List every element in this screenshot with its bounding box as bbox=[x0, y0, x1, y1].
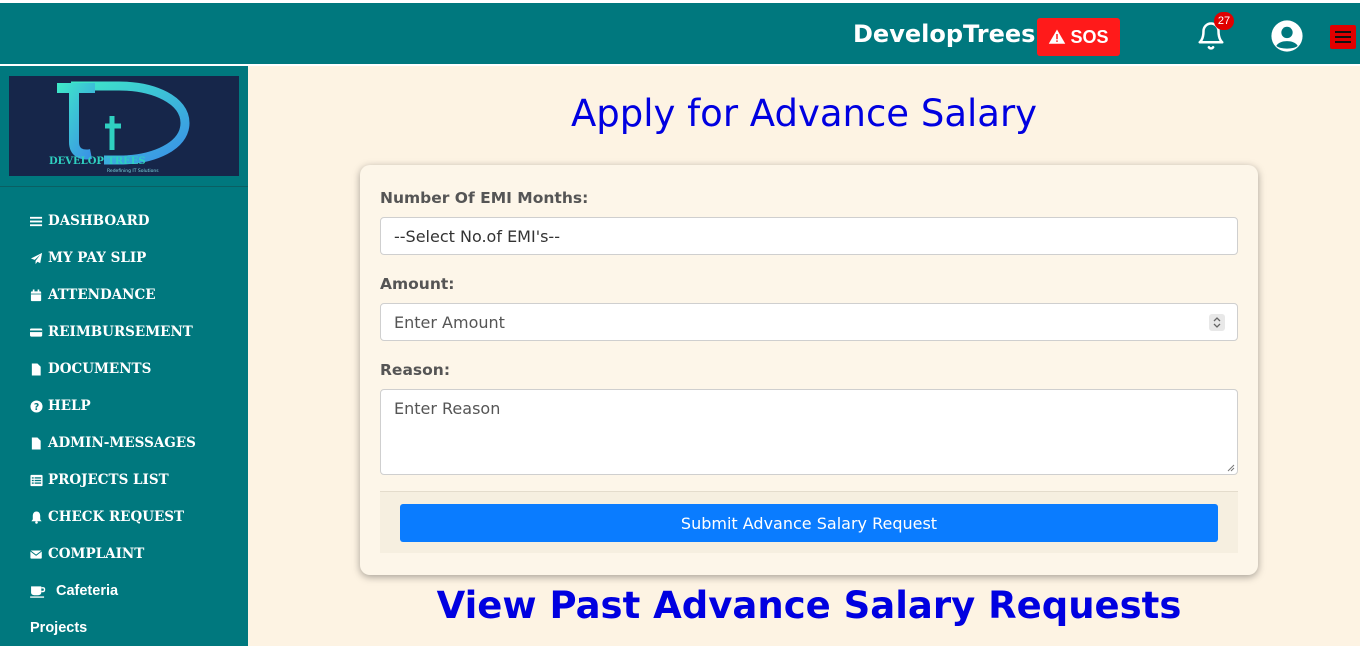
sidebar-item-projects-list[interactable]: PROJECTS LIST bbox=[30, 472, 196, 509]
brand-name: DevelopTrees bbox=[853, 20, 1036, 48]
sidebar-item-label: DASHBOARD bbox=[48, 213, 150, 229]
sidebar-item-label: CHECK REQUEST bbox=[48, 509, 185, 525]
sidebar-nav: DASHBOARD MY PAY SLIP ATTENDANCE REIMBUR… bbox=[30, 213, 196, 646]
hamburger-line bbox=[1335, 31, 1351, 33]
sidebar-item-cafeteria[interactable]: Cafeteria bbox=[30, 583, 196, 620]
credit-card-icon bbox=[30, 325, 46, 339]
sidebar: DEVELOP TREES Redefining IT Solutions DA… bbox=[0, 66, 248, 646]
sidebar-item-complaint[interactable]: COMPLAINT bbox=[30, 546, 196, 583]
sidebar-item-label: ATTENDANCE bbox=[48, 287, 156, 303]
list-icon bbox=[30, 473, 46, 487]
amount-placeholder: Enter Amount bbox=[394, 312, 505, 332]
top-header: DevelopTrees SOS 27 bbox=[0, 0, 1360, 66]
sidebar-item-my-pay-slip[interactable]: MY PAY SLIP bbox=[30, 250, 196, 287]
emi-months-select[interactable]: --Select No.of EMI's-- bbox=[380, 217, 1238, 255]
amount-input[interactable]: Enter Amount bbox=[380, 303, 1238, 341]
sidebar-item-projects[interactable]: Projects bbox=[30, 620, 196, 646]
sidebar-item-label: Cafeteria bbox=[56, 583, 119, 599]
file-icon bbox=[30, 362, 46, 376]
reason-textarea[interactable]: Enter Reason bbox=[380, 389, 1238, 475]
sidebar-item-label: COMPLAINT bbox=[48, 546, 145, 562]
sidebar-item-check-request[interactable]: CHECK REQUEST bbox=[30, 509, 196, 546]
emi-label: Number Of EMI Months: bbox=[380, 189, 589, 207]
question-circle-icon: ? bbox=[30, 399, 46, 413]
warning-icon bbox=[1049, 29, 1066, 44]
form-footer: Submit Advance Salary Request bbox=[380, 491, 1238, 553]
calendar-icon bbox=[30, 288, 46, 302]
sidebar-item-label: DOCUMENTS bbox=[48, 361, 152, 377]
paper-plane-icon bbox=[30, 251, 46, 265]
sidebar-item-attendance[interactable]: ATTENDANCE bbox=[30, 287, 196, 324]
sos-label: SOS bbox=[1070, 26, 1109, 47]
sidebar-item-help[interactable]: ? HELP bbox=[30, 398, 196, 435]
spinner-arrows-icon bbox=[1213, 317, 1221, 328]
sidebar-item-label: MY PAY SLIP bbox=[48, 250, 147, 266]
sidebar-divider bbox=[0, 186, 248, 187]
user-circle-icon[interactable] bbox=[1270, 19, 1304, 53]
svg-text:?: ? bbox=[34, 401, 39, 412]
sidebar-item-label: Projects bbox=[30, 620, 88, 636]
reason-placeholder: Enter Reason bbox=[394, 399, 501, 418]
submit-advance-salary-button[interactable]: Submit Advance Salary Request bbox=[400, 504, 1218, 542]
sidebar-item-label: ADMIN-MESSAGES bbox=[48, 435, 196, 451]
number-spinner[interactable] bbox=[1209, 314, 1225, 331]
sos-button[interactable]: SOS bbox=[1037, 18, 1120, 56]
hamburger-line bbox=[1335, 41, 1351, 43]
page-title: Apply for Advance Salary bbox=[570, 92, 1038, 135]
amount-label: Amount: bbox=[380, 275, 455, 293]
resize-grip-icon[interactable] bbox=[1227, 464, 1235, 472]
hamburger-menu-button[interactable] bbox=[1330, 25, 1356, 49]
company-logo[interactable]: DEVELOP TREES Redefining IT Solutions bbox=[9, 76, 239, 176]
notification-badge: 27 bbox=[1214, 12, 1234, 30]
sidebar-item-reimbursement[interactable]: REIMBURSEMENT bbox=[30, 324, 196, 361]
coffee-icon bbox=[30, 584, 54, 598]
bell-icon bbox=[30, 510, 46, 524]
bars-icon bbox=[30, 214, 46, 228]
sidebar-item-label: HELP bbox=[48, 398, 91, 414]
sidebar-item-admin-messages[interactable]: ADMIN-MESSAGES bbox=[30, 435, 196, 472]
emi-selected-value: --Select No.of EMI's-- bbox=[394, 226, 560, 246]
logo-text: DEVELOP TREES bbox=[49, 156, 146, 167]
sidebar-item-documents[interactable]: DOCUMENTS bbox=[30, 361, 196, 398]
envelope-icon bbox=[30, 547, 46, 561]
logo-graphic: DEVELOP TREES Redefining IT Solutions bbox=[49, 81, 190, 174]
file-icon bbox=[30, 436, 46, 450]
advance-salary-form: Number Of EMI Months: --Select No.of EMI… bbox=[360, 165, 1258, 575]
reason-label: Reason: bbox=[380, 361, 451, 379]
sidebar-item-label: PROJECTS LIST bbox=[48, 472, 169, 488]
sidebar-item-dashboard[interactable]: DASHBOARD bbox=[30, 213, 196, 250]
sidebar-item-label: REIMBURSEMENT bbox=[48, 324, 193, 340]
hamburger-line bbox=[1335, 36, 1351, 38]
logo-tagline: Redefining IT Solutions bbox=[107, 168, 159, 174]
past-requests-title: View Past Advance Salary Requests bbox=[436, 584, 1182, 627]
